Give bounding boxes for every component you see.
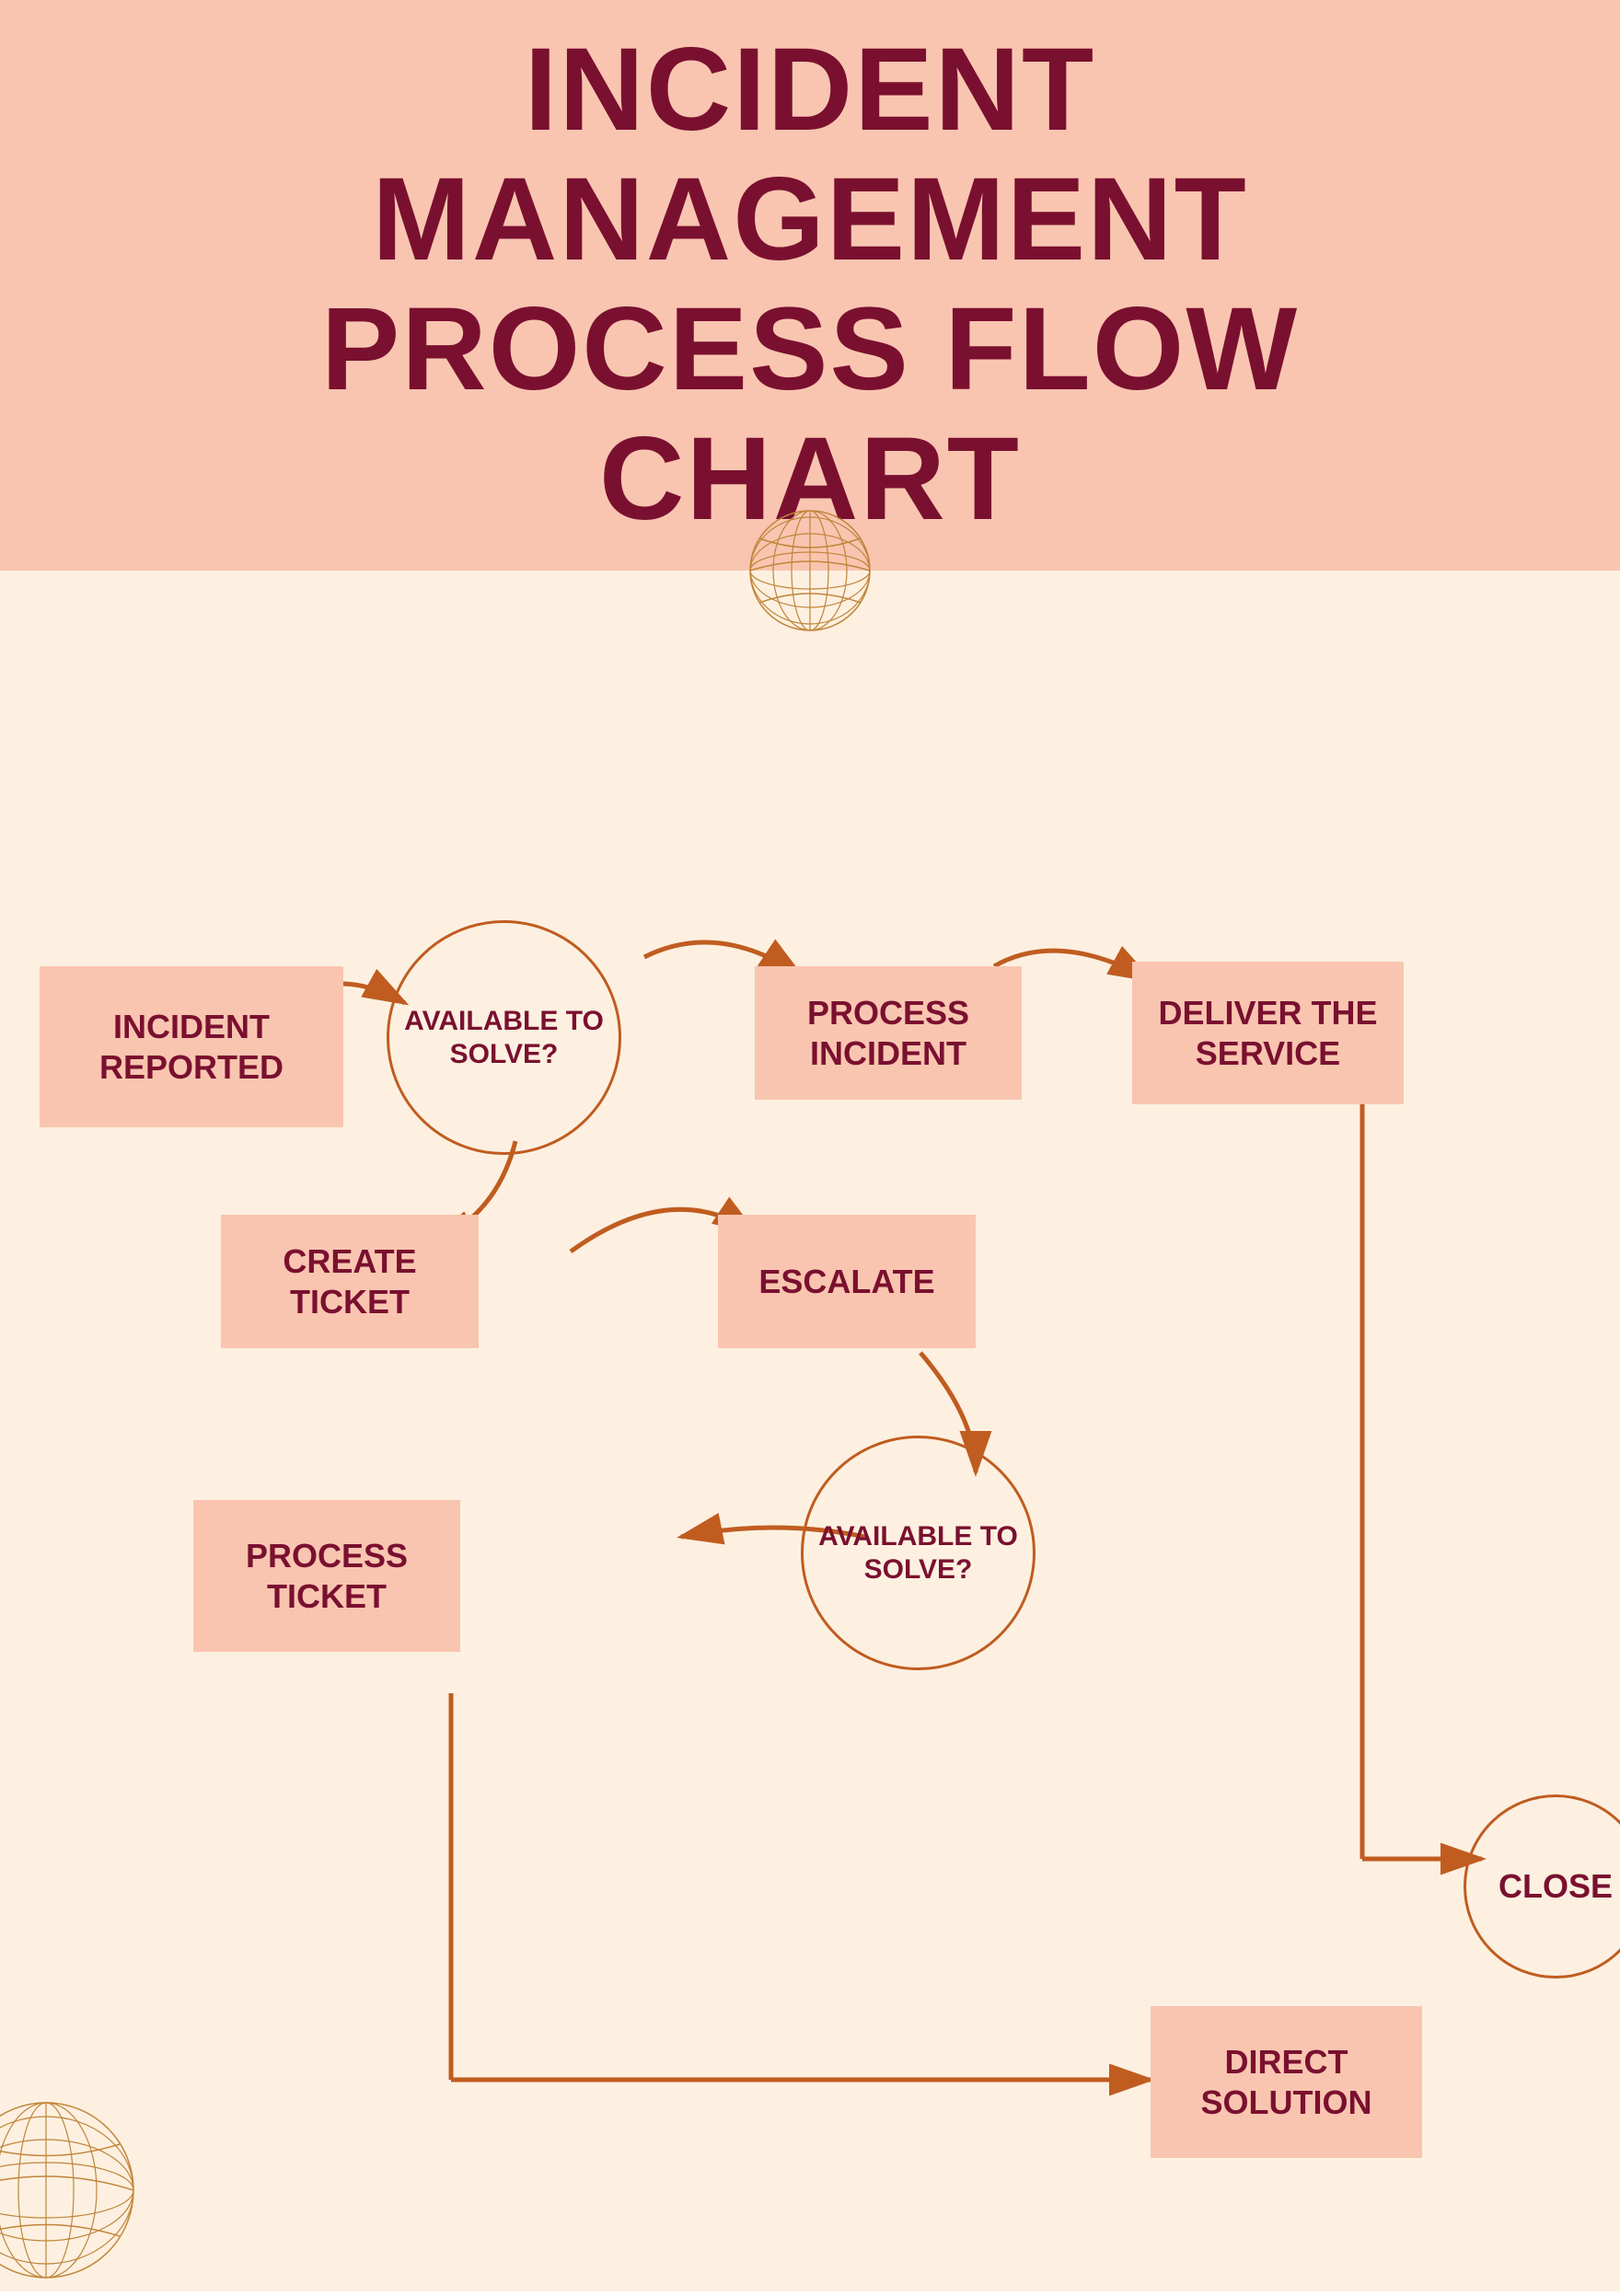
escalate-node: ESCALATE — [718, 1215, 976, 1348]
direct-solution-node: DIRECT SOLUTION — [1151, 2006, 1422, 2158]
available-to-solve-2-node: AVAILABLE TO SOLVE? — [801, 1436, 1036, 1670]
globe-bottom-left-icon — [0, 2089, 147, 2291]
body-section: INCIDENT REPORTED AVAILABLE TO SOLVE? PR… — [0, 571, 1620, 2291]
globe-top-icon — [741, 502, 879, 640]
page-title: INCIDENT MANAGEMENT PROCESS FLOW CHART — [321, 26, 1299, 544]
close-node: CLOSE — [1464, 1794, 1620, 1979]
available-to-solve-1-node: AVAILABLE TO SOLVE? — [387, 920, 621, 1155]
deliver-service-node: DELIVER THE SERVICE — [1132, 962, 1404, 1104]
process-incident-node: PROCESS INCIDENT — [755, 966, 1022, 1100]
process-ticket-node: PROCESS TICKET — [193, 1500, 460, 1652]
page: INCIDENT MANAGEMENT PROCESS FLOW CHART — [0, 0, 1620, 2291]
incident-reported-node: INCIDENT REPORTED — [40, 966, 343, 1127]
create-ticket-node: CREATE TICKET — [221, 1215, 479, 1348]
header-section: INCIDENT MANAGEMENT PROCESS FLOW CHART — [0, 0, 1620, 571]
